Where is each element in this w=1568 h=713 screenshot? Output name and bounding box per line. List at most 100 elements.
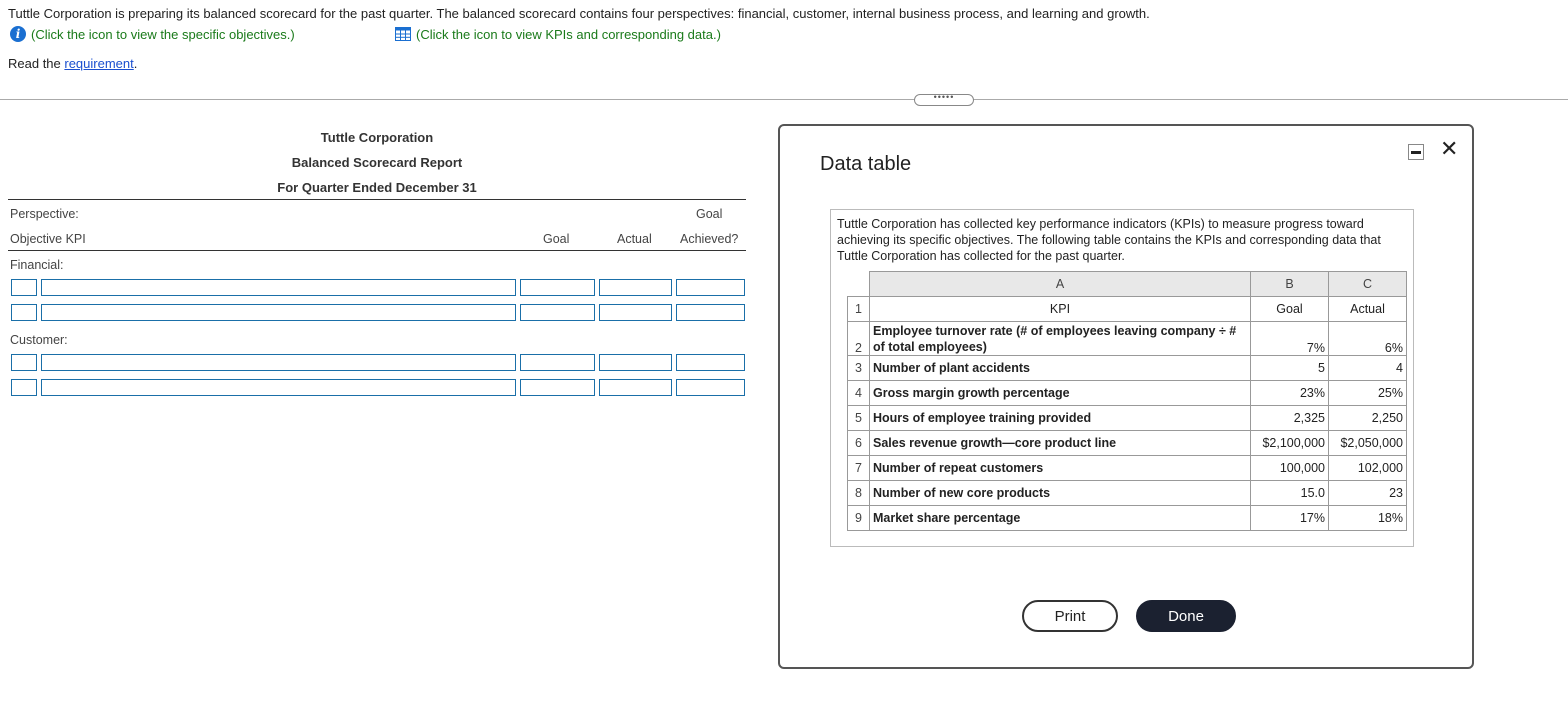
goal-cell: 23%	[1250, 380, 1329, 406]
data-description: Tuttle Corporation has collected key per…	[837, 217, 1381, 263]
kpi-cell: Number of new core products	[869, 480, 1251, 506]
done-button[interactable]: Done	[1136, 600, 1236, 632]
column-b-header: B	[1250, 271, 1329, 297]
actual-cell: 4	[1328, 355, 1407, 381]
actual-cell: 25%	[1328, 380, 1407, 406]
row-number: 7	[847, 455, 870, 481]
kpi-data-table: A B C 1 KPI Goal Actual 2 Employee turno…	[847, 271, 1407, 531]
actual-cell: 2,250	[1328, 405, 1407, 431]
goal-cell: 17%	[1250, 505, 1329, 531]
actual-cell: 23	[1328, 480, 1407, 506]
table-row: 9 Market share percentage 17% 18%	[847, 505, 1407, 531]
kpi-select[interactable]	[41, 304, 516, 321]
actual-header: Actual	[617, 232, 652, 246]
report-company: Tuttle Corporation	[320, 130, 434, 145]
financial-label: Financial:	[10, 258, 64, 272]
dialog-title: Data table	[820, 153, 912, 175]
kpi-select[interactable]	[41, 379, 516, 396]
table-header-row: 1 KPI Goal Actual	[847, 296, 1407, 322]
goal-achieved-select[interactable]	[676, 304, 745, 321]
read-requirement: Read the requirement.	[8, 56, 137, 71]
goal-input[interactable]	[520, 379, 595, 396]
actual-input[interactable]	[599, 379, 672, 396]
kpi-cell: Gross margin growth percentage	[869, 380, 1251, 406]
actual-input[interactable]	[599, 304, 672, 321]
actual-cell: $2,050,000	[1328, 430, 1407, 456]
goal-input[interactable]	[520, 279, 595, 296]
row-number: 2	[847, 321, 870, 356]
row-number: 9	[847, 505, 870, 531]
column-header-row: A B C	[847, 271, 1407, 297]
goal-achieved-select[interactable]	[676, 279, 745, 296]
read-suffix: .	[133, 56, 138, 71]
splitter-handle[interactable]: •••••	[914, 93, 974, 106]
objectives-hint-text: (Click the icon to view the specific obj…	[31, 26, 295, 42]
table-row: 6 Sales revenue growth—core product line…	[847, 430, 1407, 456]
goal-col-header: Goal	[1250, 296, 1329, 322]
kpi-cell: Sales revenue growth—core product line	[869, 430, 1251, 456]
goal-input[interactable]	[520, 304, 595, 321]
report-header-rule	[8, 250, 746, 251]
kpi-select[interactable]	[41, 354, 516, 371]
table-row: 8 Number of new core products 15.0 23	[847, 480, 1407, 506]
goal-header: Goal	[543, 232, 570, 246]
goal-input[interactable]	[520, 354, 595, 371]
goal-achieved-select[interactable]	[676, 354, 745, 371]
table-row: 3 Number of plant accidents 5 4	[847, 355, 1407, 381]
perspective-select[interactable]	[11, 304, 37, 321]
row-number: 6	[847, 430, 870, 456]
perspective-select[interactable]	[11, 379, 37, 396]
print-button[interactable]: Print	[1022, 600, 1118, 632]
data-box: Tuttle Corporation has collected key per…	[830, 209, 1414, 547]
goal-cell: 100,000	[1250, 455, 1329, 481]
perspective-select[interactable]	[11, 279, 37, 296]
report-top-rule	[8, 199, 746, 200]
column-c-header: C	[1328, 271, 1407, 297]
table-row: 5 Hours of employee training provided 2,…	[847, 405, 1407, 431]
goal-cell: 2,325	[1250, 405, 1329, 431]
objective-kpi-header: Objective KPI	[10, 232, 86, 246]
actual-input[interactable]	[599, 354, 672, 371]
objectives-hint[interactable]: i (Click the icon to view the specific o…	[10, 25, 295, 43]
row-number: 8	[847, 480, 870, 506]
actual-cell: 18%	[1328, 505, 1407, 531]
goal-cell: 5	[1250, 355, 1329, 381]
row-number: 3	[847, 355, 870, 381]
close-icon[interactable]: ✕	[1440, 138, 1458, 160]
info-icon[interactable]: i	[10, 26, 26, 42]
kpi-select[interactable]	[41, 279, 516, 296]
customer-label: Customer:	[10, 333, 68, 347]
requirement-link[interactable]: requirement	[64, 56, 133, 71]
goal-achieved-select[interactable]	[676, 379, 745, 396]
row-number: 1	[847, 296, 870, 322]
kpis-hint[interactable]: (Click the icon to view KPIs and corresp…	[395, 25, 721, 43]
column-a-header: A	[869, 271, 1251, 297]
table-row: 2 Employee turnover rate (# of employees…	[847, 321, 1407, 356]
goal-achieved-header-1: Goal	[696, 207, 723, 221]
actual-cell: 6%	[1328, 321, 1407, 356]
table-row: 7 Number of repeat customers 100,000 102…	[847, 455, 1407, 481]
goal-cell: $2,100,000	[1250, 430, 1329, 456]
section-divider	[0, 99, 1568, 100]
minimize-icon[interactable]	[1408, 144, 1424, 160]
data-table-dialog: Data table ✕ Tuttle Corporation has coll…	[778, 124, 1474, 669]
row-number: 5	[847, 405, 870, 431]
kpi-cell: Hours of employee training provided	[869, 405, 1251, 431]
table-icon[interactable]	[395, 27, 411, 41]
row-number: 4	[847, 380, 870, 406]
report-title: Balanced Scorecard Report	[291, 155, 463, 170]
actual-col-header: Actual	[1328, 296, 1407, 322]
kpi-cell: Number of plant accidents	[869, 355, 1251, 381]
kpi-cell: Market share percentage	[869, 505, 1251, 531]
goal-achieved-header-2: Achieved?	[680, 232, 739, 246]
report-period: For Quarter Ended December 31	[277, 180, 477, 195]
actual-input[interactable]	[599, 279, 672, 296]
intro-text: Tuttle Corporation is preparing its bala…	[8, 6, 1150, 21]
goal-cell: 15.0	[1250, 480, 1329, 506]
perspective-select[interactable]	[11, 354, 37, 371]
kpi-cell: Number of repeat customers	[869, 455, 1251, 481]
kpis-hint-text: (Click the icon to view KPIs and corresp…	[416, 26, 721, 42]
corner-cell	[847, 271, 870, 297]
kpi-cell: Employee turnover rate (# of employees l…	[869, 321, 1251, 356]
table-row: 4 Gross margin growth percentage 23% 25%	[847, 380, 1407, 406]
